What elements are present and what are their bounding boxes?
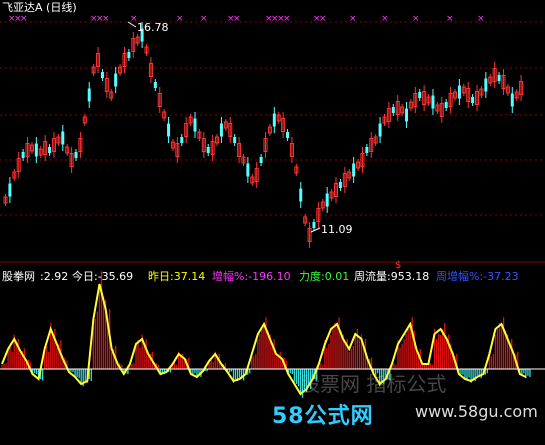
candle-body-down: [312, 222, 316, 228]
candle-body-down: [497, 75, 501, 81]
candle-body-down: [74, 152, 78, 158]
candle-body-down: [325, 193, 329, 207]
candle-body-down: [510, 93, 514, 107]
candle-body-down: [272, 113, 276, 127]
signal-marker: ×: [200, 14, 208, 24]
candle-body-down: [127, 52, 131, 58]
signal-marker: ×: [102, 14, 110, 24]
candle-body-down: [299, 188, 303, 202]
candle-body-down: [391, 107, 395, 113]
candle-body-down: [418, 92, 422, 98]
signal-marker: ×: [349, 14, 357, 24]
candle-body-down: [471, 97, 475, 103]
gain-readout: 增幅%:-196.10: [212, 270, 291, 283]
candle-body-down: [405, 108, 409, 122]
candle-body-down: [153, 82, 157, 88]
signal-marker: ×: [412, 14, 420, 24]
candle-body-down: [87, 88, 91, 102]
candle-body-down: [259, 157, 263, 163]
yesterday-readout: 昨日:37.14: [148, 270, 206, 283]
indicator-name: 股拳网: [2, 270, 35, 283]
brand-url: www.58gu.com: [415, 402, 538, 421]
candle-body-down: [167, 123, 171, 137]
candle-body-down: [286, 132, 290, 138]
candle-body-down: [233, 137, 237, 143]
signal-marker: ×: [477, 14, 485, 24]
candle-body-down: [219, 123, 223, 137]
indicator-bars: [1, 271, 531, 398]
candle-body-down: [34, 143, 38, 157]
candle-body-down: [48, 147, 52, 153]
brand-logo-text: 58公式网: [272, 404, 374, 429]
today-readout: 今日:-35.69: [72, 270, 134, 283]
candle-body-down: [61, 131, 65, 145]
force-readout: 力度:0.01: [299, 270, 350, 283]
candle-body-down: [8, 183, 12, 197]
signal-marker: ×: [233, 14, 241, 24]
candle-body-down: [444, 102, 448, 108]
candle-body-down: [246, 163, 250, 177]
high-price-label: 16.78: [137, 21, 169, 34]
candle-body-down: [21, 152, 25, 158]
signal-marker: ×: [319, 14, 327, 24]
low-price-annotation: 11.09: [310, 223, 353, 236]
candle-body-down: [180, 137, 184, 143]
window-title: 飞亚达A (日线): [2, 1, 77, 14]
signal-marker: ×: [20, 14, 28, 24]
week-gain-readout: 周增幅%:-37.23: [436, 270, 519, 283]
brand-logo: 58公式网: [272, 398, 374, 430]
candle-body-down: [193, 118, 197, 132]
indicator-value: :2.92: [40, 270, 69, 283]
chart-canvas: ××× ××× × × × ×× ×××× ×× × × × × × 16.78 11.09 $: [0, 14, 545, 398]
candle-body-down: [338, 182, 342, 188]
candle-body-down: [206, 147, 210, 153]
candle-body-down: [431, 95, 435, 109]
candle-body-down: [378, 123, 382, 137]
signal-marker: ×: [176, 14, 184, 24]
signal-marker: ×: [446, 14, 454, 24]
signal-marker: ×: [283, 14, 291, 24]
candle-body-down: [114, 73, 118, 87]
candle-body-down: [100, 72, 104, 78]
signal-marker: ×: [381, 14, 389, 24]
indicator-readout: 股拳网 :2.92 今日:-35.69 昨日:37.14 增幅%:-196.10…: [2, 270, 542, 284]
watermark-text: 股票网 指标公式: [300, 372, 447, 396]
flow-readout: 周流量:953.18: [354, 270, 430, 283]
candle-body-down: [484, 78, 488, 92]
candle-body-down: [365, 147, 369, 153]
candle-body-down: [457, 85, 461, 99]
low-price-label: 11.09: [321, 223, 353, 236]
candle-body-down: [352, 163, 356, 177]
candlestick-series: [3, 22, 524, 248]
